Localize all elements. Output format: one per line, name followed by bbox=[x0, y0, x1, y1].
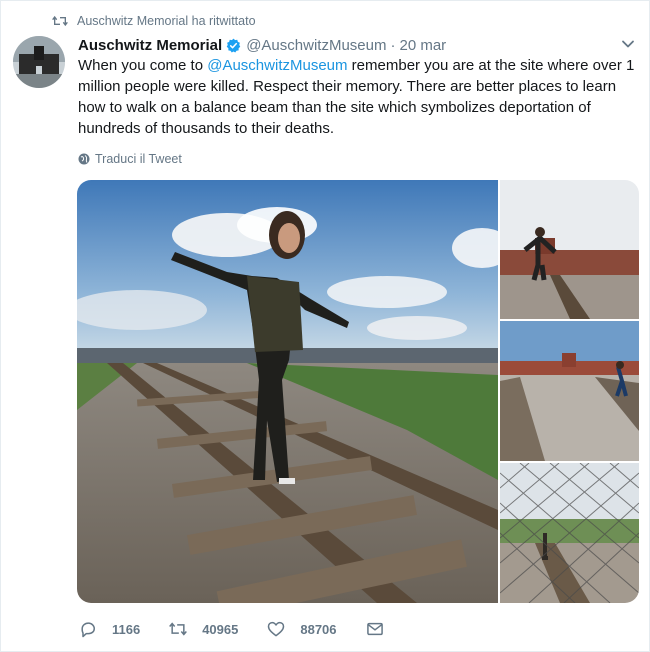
like-count: 88706 bbox=[300, 621, 337, 637]
side-photo-1[interactable] bbox=[500, 180, 639, 319]
side-photo-2[interactable] bbox=[500, 321, 639, 461]
retweet-icon bbox=[52, 15, 68, 27]
separator-dot: · bbox=[390, 36, 396, 54]
reply-icon bbox=[81, 622, 95, 638]
like-button[interactable]: 88706 bbox=[266, 619, 337, 639]
mention-link[interactable]: @AuschwitzMuseum bbox=[207, 57, 347, 74]
tweet-date[interactable]: 20 mar bbox=[399, 37, 446, 54]
side-photo-1-image bbox=[500, 180, 639, 319]
retweet-count: 40965 bbox=[202, 621, 239, 637]
avatar-image bbox=[13, 36, 65, 88]
globe-icon bbox=[78, 153, 90, 165]
tweet-text-prefix: When you come to bbox=[78, 57, 208, 74]
user-handle[interactable]: @AuschwitzMuseum bbox=[246, 37, 386, 54]
tweet-text: When you come to @AuschwitzMuseum rememb… bbox=[78, 55, 638, 139]
direct-message-button[interactable] bbox=[365, 619, 399, 639]
tweet-actions: 1166 40965 88706 bbox=[78, 618, 427, 640]
retweet-button[interactable]: 40965 bbox=[168, 619, 238, 639]
main-photo[interactable] bbox=[77, 180, 498, 603]
media-gallery bbox=[77, 180, 639, 603]
envelope-icon bbox=[366, 622, 383, 636]
main-photo-image bbox=[77, 180, 498, 603]
translate-tweet-link[interactable]: Traduci il Tweet bbox=[78, 152, 182, 166]
display-name[interactable]: Auschwitz Memorial bbox=[78, 37, 222, 54]
heart-icon bbox=[268, 621, 285, 637]
reply-count: 1166 bbox=[112, 621, 141, 637]
side-photo-3-image bbox=[500, 463, 639, 603]
tweet-header: Auschwitz Memorial @AuschwitzMuseum · 20… bbox=[78, 35, 610, 55]
verified-badge-icon bbox=[226, 38, 241, 52]
retweet-icon bbox=[169, 622, 188, 636]
chevron-down-icon[interactable] bbox=[620, 36, 636, 52]
side-photo-3[interactable] bbox=[500, 463, 639, 603]
reply-button[interactable]: 1166 bbox=[78, 619, 140, 639]
retweet-context-text: Auschwitz Memorial ha ritwittato bbox=[77, 14, 256, 28]
translate-label: Traduci il Tweet bbox=[95, 152, 182, 166]
avatar[interactable] bbox=[13, 36, 65, 88]
side-photo-2-image bbox=[500, 321, 639, 461]
retweet-context[interactable]: Auschwitz Memorial ha ritwittato bbox=[52, 12, 256, 30]
